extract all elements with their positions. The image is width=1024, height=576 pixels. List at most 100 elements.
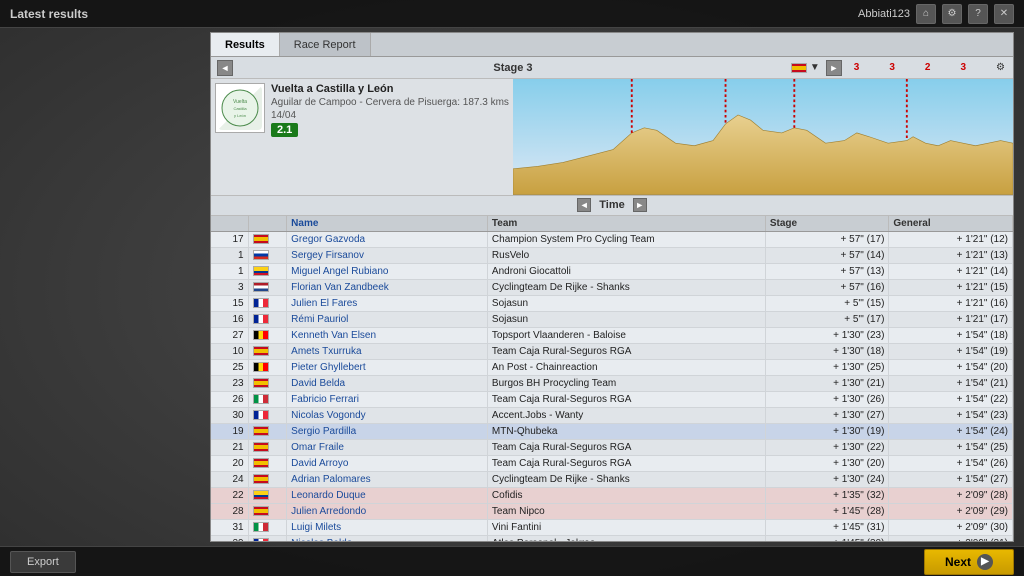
rider-general-time: + 1'54" (22): [889, 391, 1013, 407]
stage-next-button[interactable]: ►: [826, 60, 842, 76]
rider-flag: [248, 423, 287, 439]
rider-name[interactable]: Sergey Firsanov: [287, 247, 488, 263]
rider-pos: 22: [211, 487, 248, 503]
rider-name[interactable]: Sergio Pardilla: [287, 423, 488, 439]
rider-name[interactable]: David Belda: [287, 375, 488, 391]
rider-stage-time: + 1'30" (25): [765, 359, 889, 375]
rider-pos: 30: [211, 407, 248, 423]
rider-name[interactable]: Nicolas Vogondy: [287, 407, 488, 423]
table-row: 31 Luigi Milets Vini Fantini + 1'45" (31…: [211, 519, 1013, 535]
rider-general-time: + 1'21" (16): [889, 295, 1013, 311]
race-details: Vuelta a Castilla y León Aguilar de Camp…: [271, 83, 509, 137]
rider-name[interactable]: Nicolas Baldo: [287, 535, 488, 541]
rider-stage-time: + 1'30" (19): [765, 423, 889, 439]
rider-name[interactable]: David Arroyo: [287, 455, 488, 471]
app-title: Latest results: [10, 7, 88, 21]
race-subtitle: Aguilar de Campoo - Cervera de Pisuerga:…: [271, 97, 509, 108]
rider-name[interactable]: Adrian Palomares: [287, 471, 488, 487]
rider-flag: [248, 375, 287, 391]
rider-general-time: + 1'54" (20): [889, 359, 1013, 375]
rider-name[interactable]: Julien Arredondo: [287, 503, 488, 519]
rider-team: Team Caja Rural-Seguros RGA: [487, 455, 765, 471]
rider-general-time: + 1'54" (25): [889, 439, 1013, 455]
race-logo: Vuelta Castilla y León: [215, 83, 265, 133]
rider-general-time: + 2'09" (31): [889, 535, 1013, 541]
rider-stage-time: + 57" (16): [765, 279, 889, 295]
time-controls: ◄ Time ►: [211, 196, 1013, 216]
next-button[interactable]: Next ▶: [924, 549, 1014, 575]
username-label: Abbiati123: [858, 8, 910, 20]
tab-results[interactable]: Results: [211, 33, 280, 56]
rider-stage-time: + 1'35" (32): [765, 487, 889, 503]
rider-name[interactable]: Amets Txurruka: [287, 343, 488, 359]
stage-prev-button[interactable]: ◄: [217, 60, 233, 76]
rider-flag: [248, 471, 287, 487]
time-next-button[interactable]: ►: [633, 198, 647, 212]
col-pos-header: [211, 216, 248, 232]
rider-pos: 20: [211, 455, 248, 471]
table-row: 25 Pieter Ghyllebert An Post - Chainreac…: [211, 359, 1013, 375]
rider-flag: [248, 343, 287, 359]
tab-race-report[interactable]: Race Report: [280, 33, 371, 56]
svg-text:Vuelta: Vuelta: [233, 99, 247, 105]
table-row: 21 Omar Fraile Team Caja Rural-Seguros R…: [211, 439, 1013, 455]
rider-name[interactable]: Gregor Gazvoda: [287, 231, 488, 247]
close-button[interactable]: ✕: [994, 4, 1014, 24]
rider-name[interactable]: Rémi Pauriol: [287, 311, 488, 327]
home-button[interactable]: ⌂: [916, 4, 936, 24]
rider-name[interactable]: Leonardo Duque: [287, 487, 488, 503]
rider-name[interactable]: Pieter Ghyllebert: [287, 359, 488, 375]
rider-pos: 28: [211, 503, 248, 519]
race-info: Vuelta Castilla y León Vuelta a Castilla…: [211, 79, 513, 195]
rider-team: Team Caja Rural-Seguros RGA: [487, 343, 765, 359]
table-row: 20 David Arroyo Team Caja Rural-Seguros …: [211, 455, 1013, 471]
rider-pos: 24: [211, 471, 248, 487]
stage-flag: [791, 63, 807, 73]
rider-team: Cyclingteam De Rijke - Shanks: [487, 279, 765, 295]
rider-general-time: + 1'21" (14): [889, 263, 1013, 279]
results-table: Name Team Stage General 17 Gregor Gazvod…: [211, 216, 1013, 541]
rider-name[interactable]: Kenneth Van Elsen: [287, 327, 488, 343]
rider-general-time: + 1'54" (21): [889, 375, 1013, 391]
svg-text:Castilla: Castilla: [233, 106, 247, 111]
race-category: 2.1: [271, 123, 298, 137]
time-prev-button[interactable]: ◄: [577, 198, 591, 212]
rider-general-time: + 1'21" (12): [889, 231, 1013, 247]
top-bar-right: Abbiati123 ⌂ ⚙ ? ✕: [858, 4, 1014, 24]
rider-stage-time: + 1'45" (28): [765, 503, 889, 519]
rider-pos: 16: [211, 311, 248, 327]
rider-flag: [248, 455, 287, 471]
rider-stage-time: + 1'30" (22): [765, 439, 889, 455]
rider-name[interactable]: Luigi Milets: [287, 519, 488, 535]
rider-stage-time: + 1'30" (26): [765, 391, 889, 407]
rider-pos: 29: [211, 535, 248, 541]
table-row: 23 David Belda Burgos BH Procycling Team…: [211, 375, 1013, 391]
rider-pos: 27: [211, 327, 248, 343]
rider-general-time: + 1'21" (17): [889, 311, 1013, 327]
rider-team: RusVelo: [487, 247, 765, 263]
rider-stage-time: + 1'30" (20): [765, 455, 889, 471]
rider-name[interactable]: Fabricio Ferrari: [287, 391, 488, 407]
rider-name[interactable]: Julien El Fares: [287, 295, 488, 311]
rider-pos: 17: [211, 231, 248, 247]
table-row: 24 Adrian Palomares Cyclingteam De Rijke…: [211, 471, 1013, 487]
rider-general-time: + 1'21" (13): [889, 247, 1013, 263]
rider-stage-time: + 1'45" (30): [765, 535, 889, 541]
table-row: 19 Sergio Pardilla MTN-Qhubeka + 1'30" (…: [211, 423, 1013, 439]
results-area[interactable]: Name Team Stage General 17 Gregor Gazvod…: [211, 216, 1013, 541]
rider-name[interactable]: Miguel Angel Rubiano: [287, 263, 488, 279]
settings-button[interactable]: ⚙: [942, 4, 962, 24]
rider-pos: 1: [211, 247, 248, 263]
rider-team: Androni Giocattoli: [487, 263, 765, 279]
rider-name[interactable]: Florian Van Zandbeek: [287, 279, 488, 295]
rider-pos: 10: [211, 343, 248, 359]
race-date: 14/04: [271, 110, 509, 121]
help-button[interactable]: ?: [968, 4, 988, 24]
rider-stage-time: + 1'30" (24): [765, 471, 889, 487]
rider-name[interactable]: Omar Fraile: [287, 439, 488, 455]
rider-stage-time: + 57" (13): [765, 263, 889, 279]
col-team-header: Team: [487, 216, 765, 232]
rider-team: MTN-Qhubeka: [487, 423, 765, 439]
export-button[interactable]: Export: [10, 551, 76, 573]
rider-pos: 23: [211, 375, 248, 391]
